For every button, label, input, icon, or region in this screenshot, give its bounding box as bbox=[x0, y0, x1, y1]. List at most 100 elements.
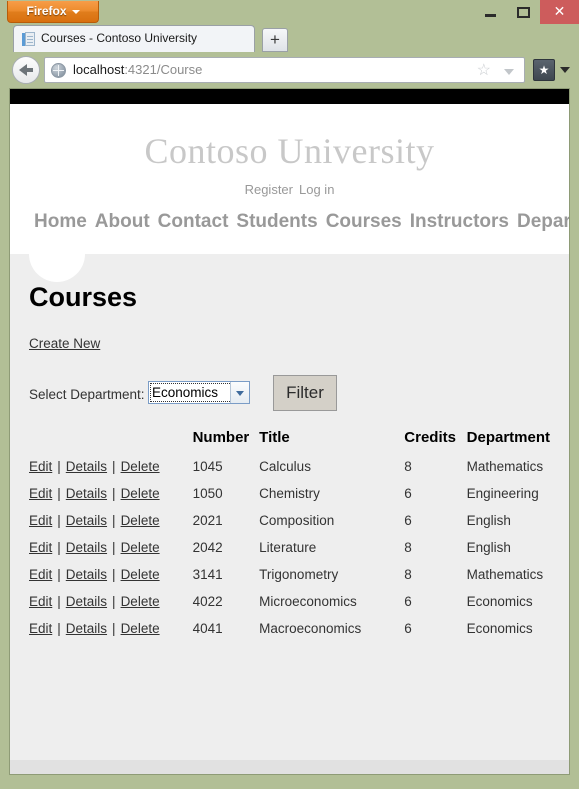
courses-table: Number Title Credits Department Edit | Det… bbox=[29, 429, 550, 642]
cell-number: 2042 bbox=[192, 540, 223, 555]
action-separator: | bbox=[112, 513, 116, 528]
address-bar[interactable]: localhost:4321/Course ☆ bbox=[44, 57, 525, 83]
details-link[interactable]: Details bbox=[66, 567, 107, 582]
table-row: Edit | Details | Delete 3141 Trigonometry 8 Math… bbox=[29, 561, 550, 588]
chevron-down-icon[interactable] bbox=[560, 67, 570, 73]
details-link[interactable]: Details bbox=[66, 513, 107, 528]
nav-item-contact[interactable]: Contact bbox=[158, 211, 229, 232]
register-link[interactable]: Register bbox=[245, 182, 293, 197]
maximize-button[interactable] bbox=[511, 0, 537, 24]
cell-credits: 6 bbox=[404, 513, 412, 528]
site-brand-title[interactable]: Contoso University bbox=[10, 130, 569, 172]
new-tab-button[interactable]: + bbox=[262, 28, 288, 52]
row-actions: Edit | Details | Delete bbox=[29, 561, 193, 588]
chevron-down-icon bbox=[71, 9, 80, 14]
delete-link[interactable]: Delete bbox=[121, 486, 160, 501]
table-row: Edit | Details | Delete 1050 Chemistry 6 Enginee… bbox=[29, 480, 550, 507]
address-bar-text: localhost:4321/Course bbox=[73, 62, 202, 77]
delete-link[interactable]: Delete bbox=[121, 594, 160, 609]
edit-link[interactable]: Edit bbox=[29, 459, 52, 474]
details-link[interactable]: Details bbox=[66, 621, 107, 636]
cell-credits: 8 bbox=[404, 459, 412, 474]
action-separator: | bbox=[57, 594, 61, 609]
details-link[interactable]: Details bbox=[66, 459, 107, 474]
table-row: Edit | Details | Delete 4041 Macroeconomics 6 Ec… bbox=[29, 615, 550, 642]
browser-window: Firefox ✕ Courses - Contoso University +… bbox=[0, 0, 579, 789]
filter-row: Select Department: Economics Filter bbox=[29, 375, 529, 416]
cell-title: Macroeconomics bbox=[259, 621, 362, 636]
bookmark-star-icon[interactable]: ☆ bbox=[477, 63, 491, 79]
column-header-number: Number bbox=[192, 429, 250, 446]
department-select[interactable]: Economics bbox=[148, 381, 250, 404]
tab-courses-contoso-university[interactable]: Courses - Contoso University bbox=[13, 25, 255, 52]
main-navigation: Home About Contact Students Courses Instructo… bbox=[30, 209, 569, 234]
bookmarks-button[interactable]: ★ bbox=[533, 59, 555, 81]
details-link[interactable]: Details bbox=[66, 486, 107, 501]
details-link[interactable]: Details bbox=[66, 594, 107, 609]
create-new-link[interactable]: Create New bbox=[29, 336, 100, 351]
copyright-text: © 2013 - Contoso University bbox=[10, 774, 569, 775]
details-link[interactable]: Details bbox=[66, 540, 107, 555]
action-separator: | bbox=[112, 459, 116, 474]
firefox-menu-button[interactable]: Firefox bbox=[7, 1, 99, 23]
title-bar: Firefox ✕ bbox=[0, 0, 579, 24]
site-footer: © 2013 - Contoso University bbox=[10, 760, 569, 775]
delete-link[interactable]: Delete bbox=[121, 513, 160, 528]
delete-link[interactable]: Delete bbox=[121, 621, 160, 636]
nav-item-courses[interactable]: Courses bbox=[326, 211, 402, 232]
nav-item-home[interactable]: Home bbox=[34, 211, 87, 232]
url-host: localhost bbox=[73, 62, 125, 77]
cell-credits: 8 bbox=[404, 567, 412, 582]
column-header-credits: Credits bbox=[404, 429, 456, 446]
edit-link[interactable]: Edit bbox=[29, 513, 52, 528]
action-separator: | bbox=[112, 594, 116, 609]
cell-credits: 6 bbox=[404, 486, 412, 501]
filter-button-label: Filter bbox=[286, 383, 324, 402]
action-separator: | bbox=[57, 459, 61, 474]
tab-strip: Courses - Contoso University + bbox=[0, 24, 579, 52]
row-actions: Edit | Details | Delete bbox=[29, 453, 193, 480]
nav-item-departments[interactable]: Departments bbox=[517, 211, 569, 232]
delete-link[interactable]: Delete bbox=[121, 459, 160, 474]
nav-item-about[interactable]: About bbox=[95, 211, 150, 232]
chevron-down-icon[interactable] bbox=[504, 69, 514, 75]
action-separator: | bbox=[57, 513, 61, 528]
action-separator: | bbox=[57, 540, 61, 555]
minimize-button[interactable] bbox=[478, 0, 504, 24]
edit-link[interactable]: Edit bbox=[29, 486, 52, 501]
row-actions: Edit | Details | Delete bbox=[29, 615, 193, 642]
table-row: Edit | Details | Delete 2042 Literature 8 Englis… bbox=[29, 534, 550, 561]
action-separator: | bbox=[112, 621, 116, 636]
delete-link[interactable]: Delete bbox=[121, 567, 160, 582]
action-separator: | bbox=[112, 486, 116, 501]
back-button[interactable] bbox=[12, 56, 40, 84]
globe-icon bbox=[51, 63, 66, 78]
edit-link[interactable]: Edit bbox=[29, 567, 52, 582]
tab-title: Courses - Contoso University bbox=[41, 31, 198, 45]
table-row: Edit | Details | Delete 4022 Microeconomics 6 Ec… bbox=[29, 588, 550, 615]
row-actions: Edit | Details | Delete bbox=[29, 507, 193, 534]
back-arrow-stem bbox=[26, 68, 33, 72]
filter-button[interactable]: Filter bbox=[273, 375, 337, 411]
column-header-actions bbox=[29, 429, 193, 453]
account-links: Register Log in bbox=[10, 182, 569, 197]
cell-department: Economics bbox=[466, 621, 533, 636]
edit-link[interactable]: Edit bbox=[29, 621, 52, 636]
cell-department: Engineering bbox=[466, 486, 539, 501]
plus-icon: + bbox=[270, 30, 280, 49]
edit-link[interactable]: Edit bbox=[29, 594, 52, 609]
login-link[interactable]: Log in bbox=[299, 182, 334, 197]
cell-number: 2021 bbox=[192, 513, 223, 528]
nav-item-students[interactable]: Students bbox=[236, 211, 317, 232]
edit-link[interactable]: Edit bbox=[29, 540, 52, 555]
cell-title: Calculus bbox=[259, 459, 311, 474]
cell-title: Microeconomics bbox=[259, 594, 357, 609]
minimize-icon bbox=[485, 14, 496, 17]
delete-link[interactable]: Delete bbox=[121, 540, 160, 555]
cell-department: Mathematics bbox=[466, 567, 544, 582]
close-button[interactable]: ✕ bbox=[540, 0, 579, 24]
table-row: Edit | Details | Delete 2021 Composition 6 Engli… bbox=[29, 507, 550, 534]
select-department-label: Select Department: bbox=[29, 387, 145, 402]
nav-item-instructors[interactable]: Instructors bbox=[410, 211, 509, 232]
cell-number: 4041 bbox=[192, 621, 223, 636]
